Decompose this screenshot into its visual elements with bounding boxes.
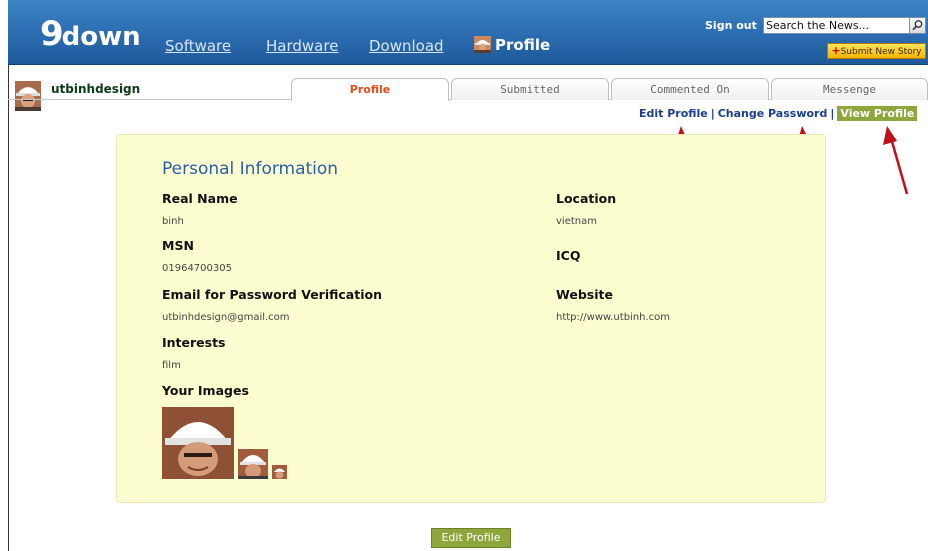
change-password-link[interactable]: Change Password [718, 107, 828, 120]
real-name-label: Real Name [162, 191, 238, 206]
icq-label: ICQ [556, 248, 581, 263]
nav-software[interactable]: Software [165, 37, 231, 55]
signout-link[interactable]: Sign out [705, 19, 757, 32]
tab-messenge[interactable]: Messenge [771, 78, 928, 100]
tab-submitted[interactable]: Submitted [451, 78, 609, 100]
page-left-border [8, 65, 9, 551]
tab-profile[interactable]: Profile [291, 78, 449, 101]
search-input[interactable] [763, 17, 910, 34]
email-label: Email for Password Verification [162, 287, 382, 302]
website-label: Website [556, 287, 613, 302]
profile-avatar-icon [474, 36, 491, 53]
interests-label: Interests [162, 335, 226, 350]
site-logo[interactable]: 9down [40, 14, 141, 54]
nav-download[interactable]: Download [369, 37, 444, 55]
edit-profile-button[interactable]: Edit Profile [431, 528, 511, 548]
link-separator: | [710, 107, 715, 120]
submit-story-label: Submit New Story [840, 47, 922, 57]
profile-actions: Edit Profile | Change Password | View Profil… [639, 106, 918, 121]
logo-nine: 9 [40, 14, 64, 54]
interests-value: film [162, 360, 181, 371]
user-avatar [15, 81, 41, 111]
msn-label: MSN [162, 238, 194, 253]
nav-profile[interactable]: Profile [474, 36, 550, 54]
plus-icon: + [831, 44, 841, 57]
location-value: vietnam [556, 216, 597, 227]
view-profile-link[interactable]: View Profile [837, 106, 918, 121]
tab-commented-on[interactable]: Commented On [611, 78, 769, 100]
real-name-value: binh [162, 216, 184, 227]
site-header: 9down Software Hardware Download Profile… [8, 0, 928, 65]
search-icon [912, 20, 923, 31]
search-button[interactable] [909, 17, 926, 34]
link-separator: | [830, 107, 835, 120]
location-label: Location [556, 191, 617, 206]
username: utbinhdesign [51, 82, 141, 96]
submit-story-button[interactable]: +Submit New Story [827, 43, 926, 59]
nav-hardware[interactable]: Hardware [266, 37, 338, 55]
user-image-large[interactable] [162, 407, 234, 479]
logo-word: down [61, 22, 141, 52]
email-value: utbinhdesign@gmail.com [162, 312, 290, 323]
msn-value: 01964700305 [162, 263, 232, 274]
user-image-medium[interactable] [238, 449, 268, 479]
website-value: http://www.utbinh.com [556, 312, 671, 323]
nav-profile-label: Profile [495, 36, 551, 54]
edit-profile-link[interactable]: Edit Profile [639, 107, 708, 120]
images-label: Your Images [162, 383, 249, 398]
annotation-arrow-icon [883, 126, 909, 195]
user-image-small[interactable] [272, 465, 287, 479]
panel-title: Personal Information [162, 159, 339, 179]
